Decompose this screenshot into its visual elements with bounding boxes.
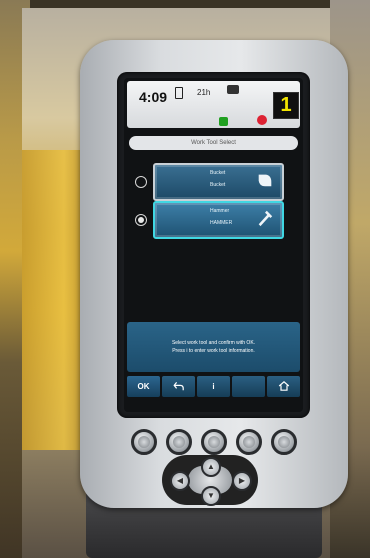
instruction-panel: Select work tool and confirm with OK. Pr… xyxy=(127,322,300,372)
green-status-icon xyxy=(219,117,228,126)
dialog-title: Work Tool Select xyxy=(129,136,298,150)
status-bar: 4:09 21h 1 xyxy=(127,81,300,128)
home-button[interactable] xyxy=(267,376,300,397)
blank-softkey[interactable] xyxy=(232,376,265,397)
red-warning-icon xyxy=(257,115,267,125)
hardware-button-4[interactable] xyxy=(236,429,262,455)
clock: 4:09 xyxy=(139,89,168,105)
tool-option-bucket[interactable]: Bucket Bucket xyxy=(153,163,284,201)
display-screen: 4:09 21h 1 Work Tool Select Bucket Bucke… xyxy=(124,78,303,412)
hammer-icon xyxy=(258,210,273,227)
bucket-icon xyxy=(258,174,272,187)
softkey-bar: OK i xyxy=(127,376,300,397)
hardware-button-5[interactable] xyxy=(271,429,297,455)
radio-hammer[interactable] xyxy=(135,214,147,226)
hour-meter: 21h xyxy=(197,88,211,97)
button-cap xyxy=(173,436,185,448)
radio-bucket[interactable] xyxy=(135,176,147,188)
instruction-line-1: Select work tool and confirm with OK. xyxy=(171,340,256,346)
hourglass-icon xyxy=(175,87,183,99)
back-button[interactable] xyxy=(162,376,195,397)
home-icon xyxy=(278,381,289,391)
button-cap xyxy=(208,436,220,448)
instruction-line-2: Press i to enter work tool information. xyxy=(172,348,255,354)
dpad-left-icon[interactable]: ◀ xyxy=(170,471,190,491)
button-cap xyxy=(278,436,290,448)
hardware-button-1[interactable] xyxy=(131,429,157,455)
button-cap xyxy=(138,436,150,448)
camera-icon xyxy=(227,85,239,94)
tool-name: Hammer xyxy=(210,208,230,214)
back-arrow-icon xyxy=(172,382,184,391)
radio-selected-dot xyxy=(138,217,144,223)
hardware-button-3[interactable] xyxy=(201,429,227,455)
tool-name: Bucket xyxy=(210,170,226,176)
gear-indicator: 1 xyxy=(273,92,299,119)
dpad-right-icon[interactable]: ▶ xyxy=(232,471,252,491)
ok-button[interactable]: OK xyxy=(127,376,160,397)
dpad-up-icon[interactable]: ▲ xyxy=(201,457,221,477)
hardware-button-2[interactable] xyxy=(166,429,192,455)
tool-option-hammer[interactable]: Hammer HAMMER xyxy=(153,201,284,239)
photo-scene: 4:09 21h 1 Work Tool Select Bucket Bucke… xyxy=(0,0,370,558)
info-button[interactable]: i xyxy=(197,376,230,397)
dpad-down-icon[interactable]: ▼ xyxy=(201,486,221,506)
tool-subname: Bucket xyxy=(210,182,226,188)
button-cap xyxy=(243,436,255,448)
tool-subname: HAMMER xyxy=(210,220,233,226)
